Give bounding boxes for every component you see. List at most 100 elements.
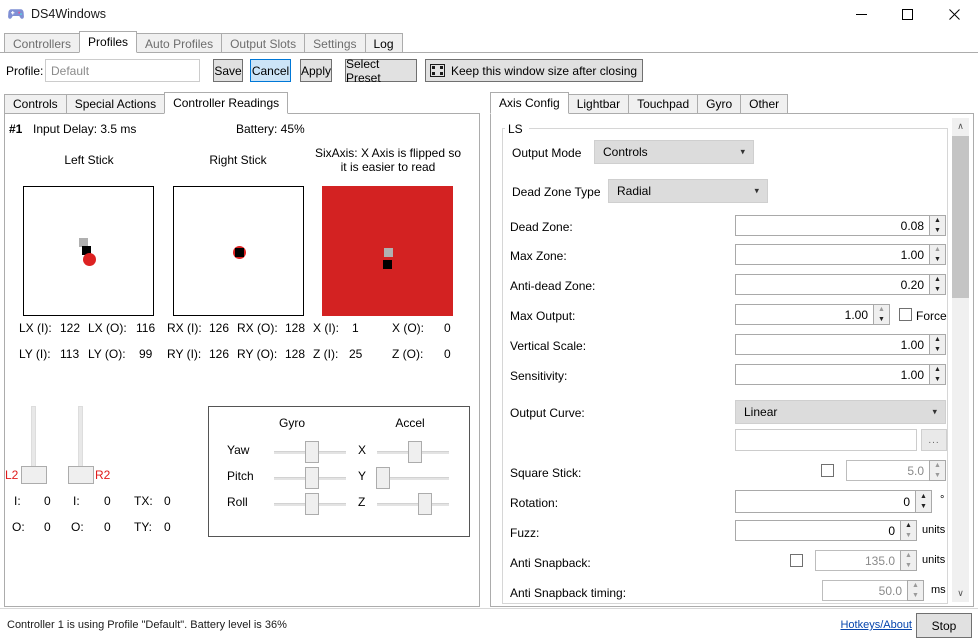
square-stick-checkbox[interactable] [821, 464, 834, 477]
accel-header: Accel [395, 416, 425, 430]
apply-button[interactable]: Apply [300, 59, 332, 82]
gyro-yaw-thumb[interactable] [305, 441, 319, 463]
gyro-roll-thumb[interactable] [305, 493, 319, 515]
output-mode-select[interactable]: Controls ▾ [594, 140, 754, 164]
scrollbar-thumb[interactable] [952, 136, 969, 298]
anti-snapback-timing-value[interactable]: 50.0 [822, 580, 907, 601]
keep-window-size-button[interactable]: Keep this window size after closing [425, 59, 643, 82]
anti-snapback-timing-stepper[interactable]: ▲ ▼ [907, 580, 924, 601]
max-output-value[interactable]: 1.00 [735, 304, 873, 325]
anti-snapback-checkbox[interactable] [790, 554, 803, 567]
accel-x-thumb[interactable] [408, 441, 422, 463]
axis-config-scrollbar[interactable]: ∧ ∨ [952, 118, 969, 602]
z-input-value: 25 [349, 347, 363, 361]
ry-output-label: RY (O): [237, 347, 278, 361]
accel-y-thumb[interactable] [376, 467, 390, 489]
anti-snapback-stepper[interactable]: ▲ ▼ [900, 550, 917, 571]
tab-special-actions[interactable]: Special Actions [65, 94, 166, 114]
max-output-spinner[interactable]: 1.00 ▲ ▼ [735, 304, 890, 325]
axis-values-row-2: LY (I): 113 LY (O): 99 RY (I): 126 RY (O… [0, 347, 476, 363]
fullscreen-icon [430, 64, 445, 77]
max-zone-spinner[interactable]: 1.00 ▲ ▼ [735, 244, 946, 265]
anti-snapback-timing-label: Anti Snapback timing: [510, 586, 627, 600]
tab-output-slots[interactable]: Output Slots [221, 33, 306, 53]
scroll-up-icon[interactable]: ∧ [952, 118, 969, 135]
hotkeys-about-link[interactable]: Hotkeys/About [840, 619, 912, 631]
scroll-down-icon[interactable]: ∨ [952, 585, 969, 602]
anti-snapback-value[interactable]: 135.0 [815, 550, 900, 571]
l2-input-label: I: [14, 494, 21, 508]
square-stick-stepper[interactable]: ▲ ▼ [929, 460, 946, 481]
anti-dead-zone-spinner[interactable]: 0.20 ▲ ▼ [735, 274, 946, 295]
vertical-scale-spinner[interactable]: 1.00 ▲ ▼ [735, 334, 946, 355]
tab-axis-config[interactable]: Axis Config [490, 92, 569, 114]
force-checkbox[interactable] [899, 308, 912, 321]
tab-settings[interactable]: Settings [304, 33, 366, 53]
rx-input-value: 126 [209, 321, 230, 335]
vertical-scale-stepper[interactable]: ▲ ▼ [929, 334, 946, 355]
anti-snapback-spinner[interactable]: 135.0 ▲ ▼ [815, 550, 917, 571]
dead-zone-value[interactable]: 0.08 [735, 215, 929, 236]
sensitivity-stepper[interactable]: ▲ ▼ [929, 364, 946, 385]
ry-input-value: 126 [209, 347, 230, 361]
tab-other[interactable]: Other [740, 94, 789, 114]
max-zone-stepper[interactable]: ▲ ▼ [929, 244, 946, 265]
r2-input-label: I: [73, 494, 80, 508]
anti-snapback-timing-spinner[interactable]: 50.0 ▲ ▼ [822, 580, 924, 601]
anti-dead-zone-value[interactable]: 0.20 [735, 274, 929, 295]
max-zone-value[interactable]: 1.00 [735, 244, 929, 265]
sensitivity-value[interactable]: 1.00 [735, 364, 929, 385]
anti-dead-zone-stepper[interactable]: ▲ ▼ [929, 274, 946, 295]
tab-controls[interactable]: Controls [4, 94, 67, 114]
rx-output-label: RX (O): [237, 321, 278, 335]
dead-zone-spinner[interactable]: 0.08 ▲ ▼ [735, 215, 946, 236]
fuzz-value[interactable]: 0 [735, 520, 900, 541]
select-preset-button[interactable]: Select Preset [345, 57, 417, 85]
ty-label: TY: [134, 520, 153, 534]
max-output-stepper[interactable]: ▲ ▼ [873, 304, 890, 325]
lx-output-label: LX (O): [88, 321, 127, 335]
fuzz-spinner[interactable]: 0 ▲ ▼ [735, 520, 917, 541]
dead-zone-stepper[interactable]: ▲ ▼ [929, 215, 946, 236]
square-stick-spinner[interactable]: 5.0 ▲ ▼ [846, 460, 946, 481]
sixaxis-output-marker [383, 260, 392, 269]
tab-controller-readings[interactable]: Controller Readings [164, 92, 289, 114]
rotation-stepper[interactable]: ▲ ▼ [915, 490, 932, 513]
custom-curve-input[interactable] [735, 429, 917, 451]
dead-zone-type-select[interactable]: Radial ▾ [608, 179, 768, 203]
fuzz-stepper[interactable]: ▲ ▼ [900, 520, 917, 541]
tab-auto-profiles[interactable]: Auto Profiles [136, 33, 223, 53]
tab-touchpad[interactable]: Touchpad [628, 94, 699, 114]
square-stick-label: Square Stick: [510, 466, 582, 480]
accel-z-track[interactable] [377, 503, 449, 506]
sensitivity-spinner[interactable]: 1.00 ▲ ▼ [735, 364, 946, 385]
chevron-down-icon: ▾ [932, 406, 937, 417]
close-button[interactable] [930, 0, 978, 28]
save-button[interactable]: Save [213, 59, 243, 82]
tab-lightbar[interactable]: Lightbar [567, 94, 630, 114]
output-curve-select[interactable]: Linear ▾ [735, 400, 946, 424]
tab-log[interactable]: Log [364, 33, 403, 53]
cancel-button[interactable]: Cancel [250, 59, 291, 82]
tab-profiles[interactable]: Profiles [79, 31, 138, 53]
tab-controllers[interactable]: Controllers [4, 33, 81, 53]
ly-input-value: 113 [60, 347, 80, 361]
max-zone-label: Max Zone: [510, 249, 567, 263]
rotation-value[interactable]: 0 [735, 490, 915, 513]
gyro-pitch-thumb[interactable] [305, 467, 319, 489]
accel-z-thumb[interactable] [418, 493, 432, 515]
minimize-button[interactable] [838, 0, 884, 28]
stop-button[interactable]: Stop [916, 613, 972, 638]
output-mode-label: Output Mode [512, 146, 582, 160]
maximize-button[interactable] [884, 0, 930, 28]
profile-name-input[interactable] [45, 59, 200, 82]
l2-trigger-thumb[interactable] [21, 466, 47, 484]
profile-sub-tab-bar: Controls Special Actions Controller Read… [4, 92, 289, 114]
r2-trigger-thumb[interactable] [68, 466, 94, 484]
rotation-spinner[interactable]: 0 ▲ ▼ [735, 490, 932, 513]
square-stick-value[interactable]: 5.0 [846, 460, 929, 481]
max-output-label: Max Output: [510, 309, 576, 323]
tab-gyro[interactable]: Gyro [697, 94, 742, 114]
vertical-scale-value[interactable]: 1.00 [735, 334, 929, 355]
custom-curve-browse-button[interactable]: ... [921, 429, 947, 451]
